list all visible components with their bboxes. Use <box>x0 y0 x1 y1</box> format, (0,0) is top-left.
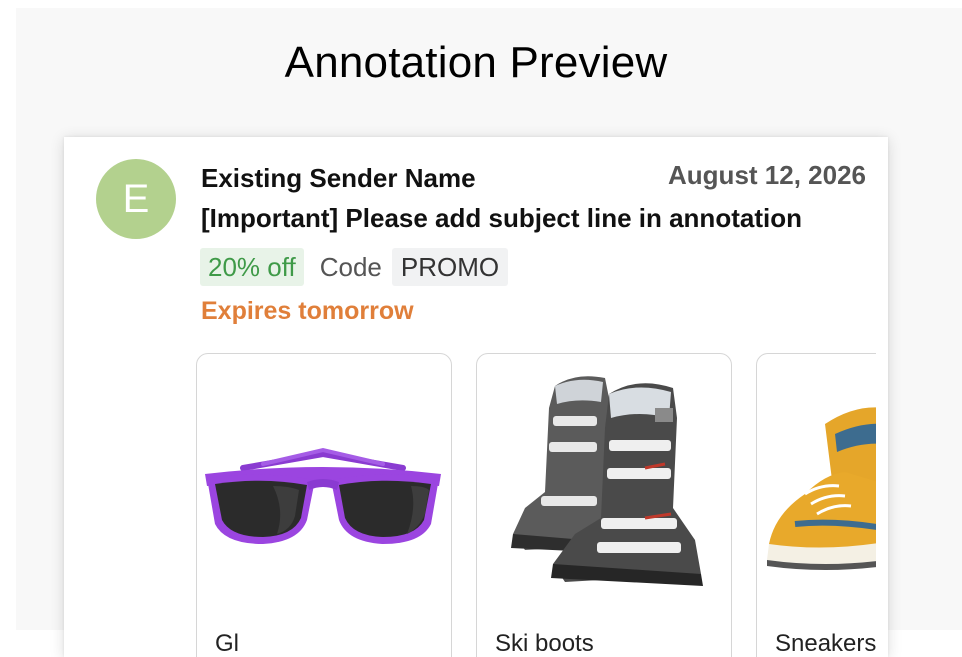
product-label: Ski boots <box>495 630 594 657</box>
email-subject: [Important] Please add subject line in a… <box>201 203 802 233</box>
promo-code-label: Code <box>319 251 382 282</box>
expiry-text: Expires tomorrow <box>201 297 414 325</box>
product-label: Sneakers <box>775 630 876 657</box>
page-title: Annotation Preview <box>284 38 668 87</box>
sunglasses-image <box>205 447 441 544</box>
ski-boots-image <box>511 376 703 586</box>
product-card-sneakers[interactable]: Sneakers <box>756 353 876 657</box>
sneakers-image <box>767 407 876 570</box>
sender-avatar: E <box>96 159 176 239</box>
email-date: August 12, 2026 <box>668 160 866 190</box>
product-card-sunglasses[interactable]: Gl <box>196 353 452 657</box>
promo-code-value[interactable]: PROMO <box>391 248 509 286</box>
promo-row: 20% off Code PROMO <box>200 247 509 287</box>
discount-badge: 20% off <box>200 248 304 286</box>
product-card-ski-boots[interactable]: Ski boots <box>476 353 732 657</box>
sender-name: Existing Sender Name <box>201 163 476 193</box>
preview-stage: Annotation Preview E Existing Sender Nam… <box>16 8 962 657</box>
email-annotation-card[interactable]: E Existing Sender Name August 12, 2026 [… <box>64 137 888 657</box>
product-label: Gl <box>215 630 239 657</box>
product-carousel[interactable]: Gl Ski boots Sneakers <box>196 353 876 657</box>
